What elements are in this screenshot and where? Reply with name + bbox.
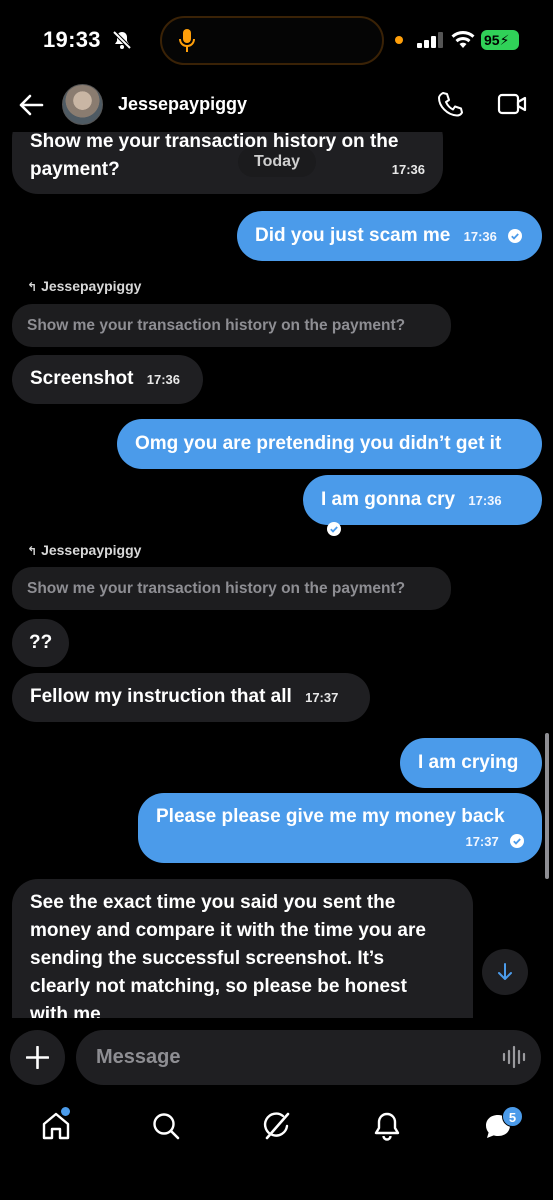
message-text: ??: [29, 632, 53, 653]
grok-icon[interactable]: [261, 1110, 293, 1142]
incoming-message[interactable]: Show me your transaction history on the …: [12, 132, 443, 194]
message-time: 17:36: [146, 372, 181, 387]
read-check-icon: [508, 229, 523, 243]
outgoing-message[interactable]: Omg you are pretending you didn’t get it: [117, 419, 542, 469]
voice-message-icon[interactable]: [502, 1045, 528, 1069]
message-time: 17:37: [465, 834, 499, 849]
message-text: I am crying: [418, 752, 519, 773]
message-list[interactable]: Show me your transaction history on the …: [0, 132, 553, 1018]
status-bar: 19:33 95⚡: [0, 0, 553, 80]
video-call-icon[interactable]: [497, 92, 527, 116]
conversation-header: Jessepaypiggy: [0, 80, 553, 132]
wifi-icon: [451, 31, 475, 48]
reply-arrow-icon: ↰: [27, 544, 38, 558]
reply-label: ↰ Jessepaypiggy: [27, 542, 141, 558]
message-time: 17:36: [468, 493, 502, 508]
message-time: 17:36: [463, 229, 497, 244]
add-attachment-button[interactable]: [10, 1030, 65, 1085]
message-text: payment?: [30, 159, 120, 180]
battery-level: 95: [484, 32, 500, 48]
bell-muted-icon: [112, 30, 132, 50]
message-text: Screenshot: [30, 368, 134, 389]
status-time: 19:33: [43, 27, 101, 52]
dynamic-island: [160, 16, 384, 65]
notifications-icon[interactable]: [371, 1110, 403, 1142]
message-text: with me 17:38: [30, 1001, 455, 1018]
contact-avatar[interactable]: [62, 84, 103, 125]
outgoing-message[interactable]: I am gonna cry 17:36: [303, 475, 542, 536]
message-time: 17:37: [305, 690, 339, 705]
message-text: money and compare it with the time you a…: [30, 920, 426, 941]
message-text: Show me your transaction history on the: [30, 132, 399, 152]
charging-bolt-icon: ⚡: [499, 32, 510, 48]
message-text: sending the successful screenshot. It’s: [30, 948, 385, 969]
read-check-icon: [327, 522, 341, 536]
message-text: Did you just scam me: [255, 225, 451, 246]
home-unread-dot: [61, 1107, 70, 1116]
scrollbar[interactable]: [545, 733, 549, 879]
quoted-message[interactable]: Show me your transaction history on the …: [12, 567, 451, 610]
date-separator: Today: [238, 147, 316, 177]
message-text-line: with me: [30, 1004, 101, 1018]
back-arrow-icon[interactable]: [18, 92, 44, 118]
battery-indicator: 95⚡: [481, 30, 519, 50]
reply-label: ↰ Jessepaypiggy: [27, 278, 141, 294]
message-input[interactable]: [96, 1030, 486, 1085]
message-text: I am gonna cry: [321, 489, 456, 510]
message-text: Fellow my instruction that all: [30, 686, 292, 707]
outgoing-message[interactable]: Did you just scam me 17:36: [237, 211, 542, 261]
contact-name[interactable]: Jessepaypiggy: [118, 94, 247, 115]
message-time: 17:38: [422, 1009, 455, 1018]
outgoing-message[interactable]: I am crying: [400, 738, 542, 788]
reply-to-name: Jessepaypiggy: [41, 542, 142, 558]
incoming-message[interactable]: Screenshot 17:36: [12, 355, 203, 404]
message-text: Please please give me my money back: [156, 806, 505, 827]
reply-to-name: Jessepaypiggy: [41, 278, 142, 294]
message-text: clearly not matching, so please be hones…: [30, 976, 407, 997]
bottom-navigation: [0, 1100, 553, 1200]
arrow-down-icon: [498, 963, 512, 980]
reply-arrow-icon: ↰: [27, 280, 38, 294]
incoming-message[interactable]: ??: [12, 619, 69, 667]
read-check-icon: [510, 834, 524, 848]
search-icon[interactable]: [150, 1110, 182, 1142]
message-time: 17:36: [391, 162, 425, 177]
message-text: See the exact time you said you sent the: [30, 892, 396, 913]
quoted-message[interactable]: Show me your transaction history on the …: [12, 304, 451, 347]
outgoing-message[interactable]: Please please give me my money back 17:3…: [138, 793, 542, 863]
plus-icon: [26, 1046, 49, 1069]
microphone-icon: [179, 29, 195, 52]
phone-call-icon[interactable]: [437, 91, 463, 119]
message-text: Omg you are pretending you didn’t get it: [135, 433, 502, 454]
mic-indicator-dot: [395, 36, 403, 44]
incoming-message[interactable]: See the exact time you said you sent the…: [12, 879, 473, 1018]
cellular-signal-icon: [417, 32, 443, 48]
incoming-message[interactable]: Fellow my instruction that all 17:37: [12, 673, 370, 722]
messages-badge: 5: [502, 1106, 523, 1127]
message-composer[interactable]: [76, 1030, 541, 1085]
scroll-to-bottom-button[interactable]: [482, 949, 528, 995]
